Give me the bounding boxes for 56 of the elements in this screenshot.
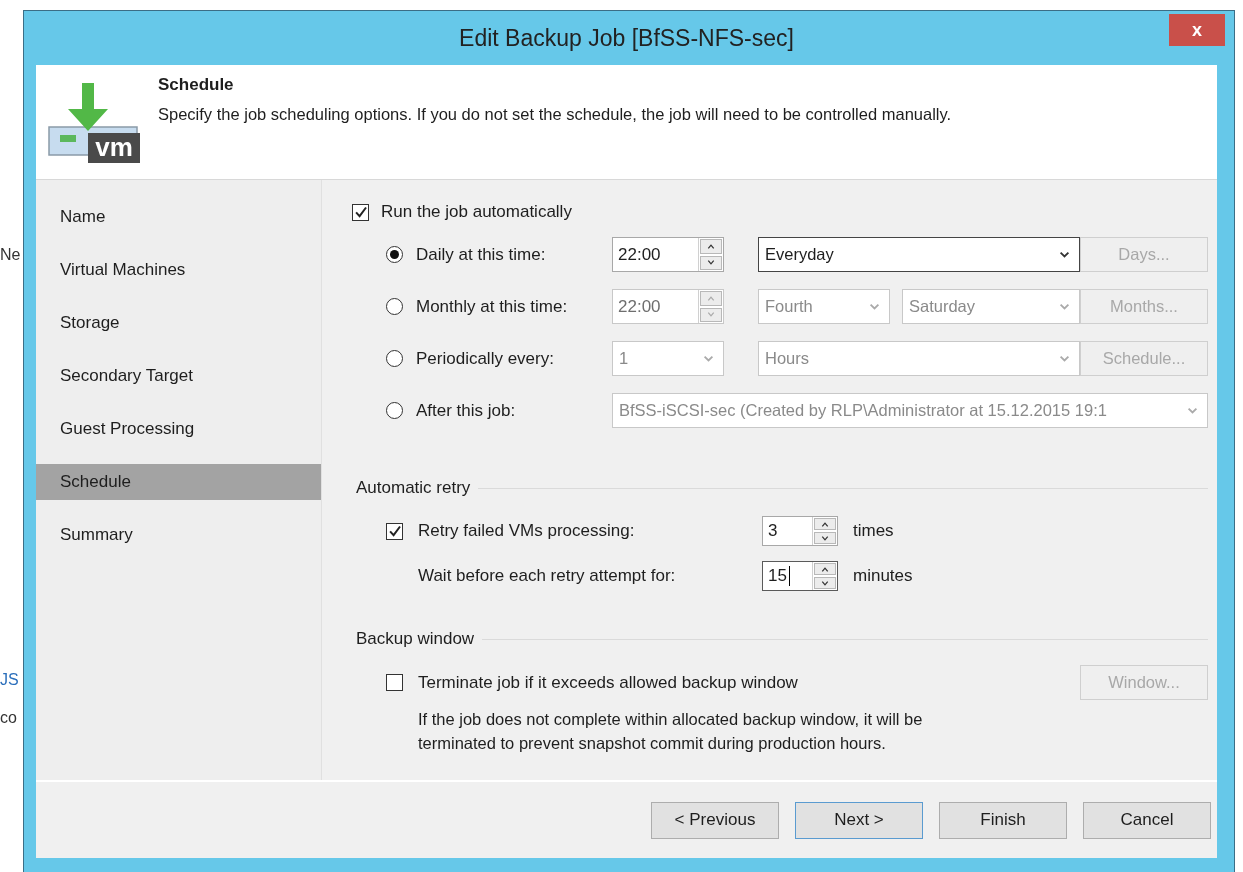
decrement-button[interactable] — [814, 532, 836, 544]
background-text: Ne — [0, 245, 22, 265]
dropdown[interactable]: Everyday — [758, 237, 1080, 272]
window-title: Edit Backup Job [BfSS-NFS-sec] — [459, 24, 794, 52]
step-item[interactable]: Virtual Machines — [36, 252, 321, 288]
dropdown[interactable]: Saturday — [902, 289, 1080, 324]
unit-label: minutes — [852, 566, 914, 586]
step-item[interactable]: Secondary Target — [36, 358, 321, 394]
button[interactable]: Finish — [939, 801, 1067, 839]
checkbox[interactable] — [352, 203, 369, 221]
checkbox-label: Run the job automatically — [381, 202, 572, 222]
page-title: Schedule — [158, 75, 235, 95]
number-spin-field[interactable]: 15 — [762, 561, 838, 591]
field-label: Wait before each retry attempt for: — [418, 566, 677, 586]
close-button[interactable]: x — [1169, 14, 1225, 46]
step-item[interactable]: Name — [36, 199, 321, 235]
step-item[interactable]: Schedule — [36, 464, 321, 500]
decrement-button[interactable] — [700, 255, 722, 270]
radio-label: After this job: — [416, 400, 516, 421]
background-text: co — [0, 708, 18, 728]
button[interactable]: Next > — [795, 801, 923, 839]
radio-label: Periodically every: — [416, 348, 554, 369]
page-description: Specify the job scheduling options. If you do not set the schedule, the job will need to be controlled manually. — [158, 105, 952, 124]
dropdown[interactable]: Hours — [758, 341, 1080, 376]
number-spin-field[interactable]: 3 — [762, 516, 838, 546]
radio-label: Monthly at this time: — [416, 296, 568, 317]
step-item[interactable]: Summary — [36, 517, 321, 553]
dropdown[interactable]: 1 — [612, 341, 724, 376]
checkmark-icon — [387, 524, 402, 538]
button[interactable]: Cancel — [1083, 801, 1211, 839]
text-cursor — [788, 566, 790, 586]
increment-button[interactable] — [814, 563, 836, 575]
radio-button[interactable] — [386, 298, 403, 315]
dropdown[interactable]: BfSS-iSCSI-sec (Created by RLP\Administrator at 15.12.2015 19:1 — [612, 393, 1208, 428]
decrement-button[interactable] — [814, 577, 836, 589]
help-text: If the job does not complete within allocated backup window, it will be terminated to prevent snapshot commit during production hours. — [418, 709, 924, 754]
increment-button[interactable] — [814, 518, 836, 530]
radio-button[interactable] — [386, 402, 403, 419]
button[interactable]: < Previous — [651, 801, 779, 839]
radio-label: Daily at this time: — [416, 244, 546, 265]
time-spin-field[interactable]: 22:00 — [612, 237, 724, 272]
vm-logo-drawing: vm — [48, 83, 144, 163]
unit-label: times — [852, 521, 895, 541]
radio-button[interactable] — [386, 246, 403, 263]
increment-button[interactable] — [700, 239, 722, 254]
checkbox-label: Retry failed VMs processing: — [418, 521, 636, 541]
link[interactable]: JS — [0, 670, 23, 690]
radio-button[interactable] — [386, 350, 403, 367]
checkbox[interactable] — [386, 674, 403, 691]
section-title: Backup window — [356, 629, 475, 649]
step-item[interactable]: Storage — [36, 305, 321, 341]
checkbox[interactable] — [386, 522, 403, 540]
step-item[interactable]: Guest Processing — [36, 411, 321, 447]
checkbox-label: Terminate job if it exceeds allowed backup window — [418, 672, 799, 693]
section-title: Automatic retry — [356, 478, 471, 498]
checkmark-icon — [353, 205, 368, 219]
